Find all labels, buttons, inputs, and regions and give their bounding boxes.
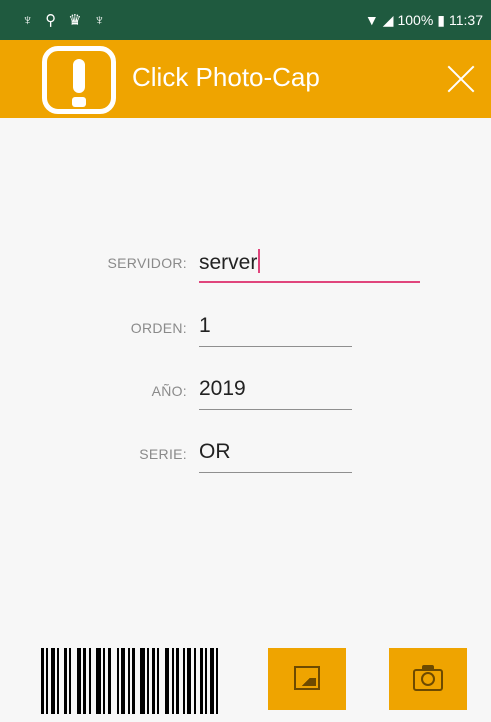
notification-icon: ♆ [93,11,105,29]
servidor-underline [199,281,420,283]
camera-button[interactable] [389,648,467,710]
servidor-field: SERVIDOR: server [0,233,491,283]
status-bar: ♆ ⚲ ♛ ♆ ▼ ◢ 100% ▮ 11:37 [0,0,491,40]
exclamation-logo-icon [42,46,116,114]
system-icons: ▼ ◢ 100% ▮ 11:37 [365,12,483,29]
anio-field: AÑO: 2019 [0,361,491,411]
orden-underline [199,346,352,347]
app-bar: Click Photo-Cap [0,40,491,118]
servidor-input[interactable]: server [199,249,261,275]
battery-level: 100% [397,12,434,28]
app-screen: ♆ ⚲ ♛ ♆ ▼ ◢ 100% ▮ 11:37 Click Photo-Cap… [0,0,491,722]
orden-field: ORDEN: 1 [0,298,491,348]
usb-icon: ⚲ [45,11,57,29]
orden-label: ORDEN: [130,320,187,336]
notification-icons: ♆ ⚲ ♛ ♆ [22,13,105,28]
close-icon[interactable] [446,64,476,94]
anio-underline [199,409,352,410]
notification-icon: ♆ [22,11,34,29]
anio-input[interactable]: 2019 [199,377,246,401]
gallery-button[interactable] [268,648,346,710]
app-title: Click Photo-Cap [132,62,320,92]
anio-label: AÑO: [151,383,187,399]
android-icon: ♛ [68,11,82,29]
serie-input[interactable]: OR [199,440,231,464]
clock: 11:37 [449,12,483,28]
text-caret [258,249,261,273]
wifi-icon: ▼ [364,12,379,28]
orden-input[interactable]: 1 [199,314,211,338]
servidor-label: SERVIDOR: [107,255,187,271]
servidor-value: server [199,251,258,274]
serie-label: SERIE: [139,446,187,462]
serie-field: SERIE: OR [0,424,491,474]
barcode-scan-button[interactable] [41,648,231,714]
image-icon [294,666,320,690]
battery-icon: ▮ [437,11,445,28]
signal-icon: ◢ [382,11,394,28]
serie-underline [199,472,352,473]
